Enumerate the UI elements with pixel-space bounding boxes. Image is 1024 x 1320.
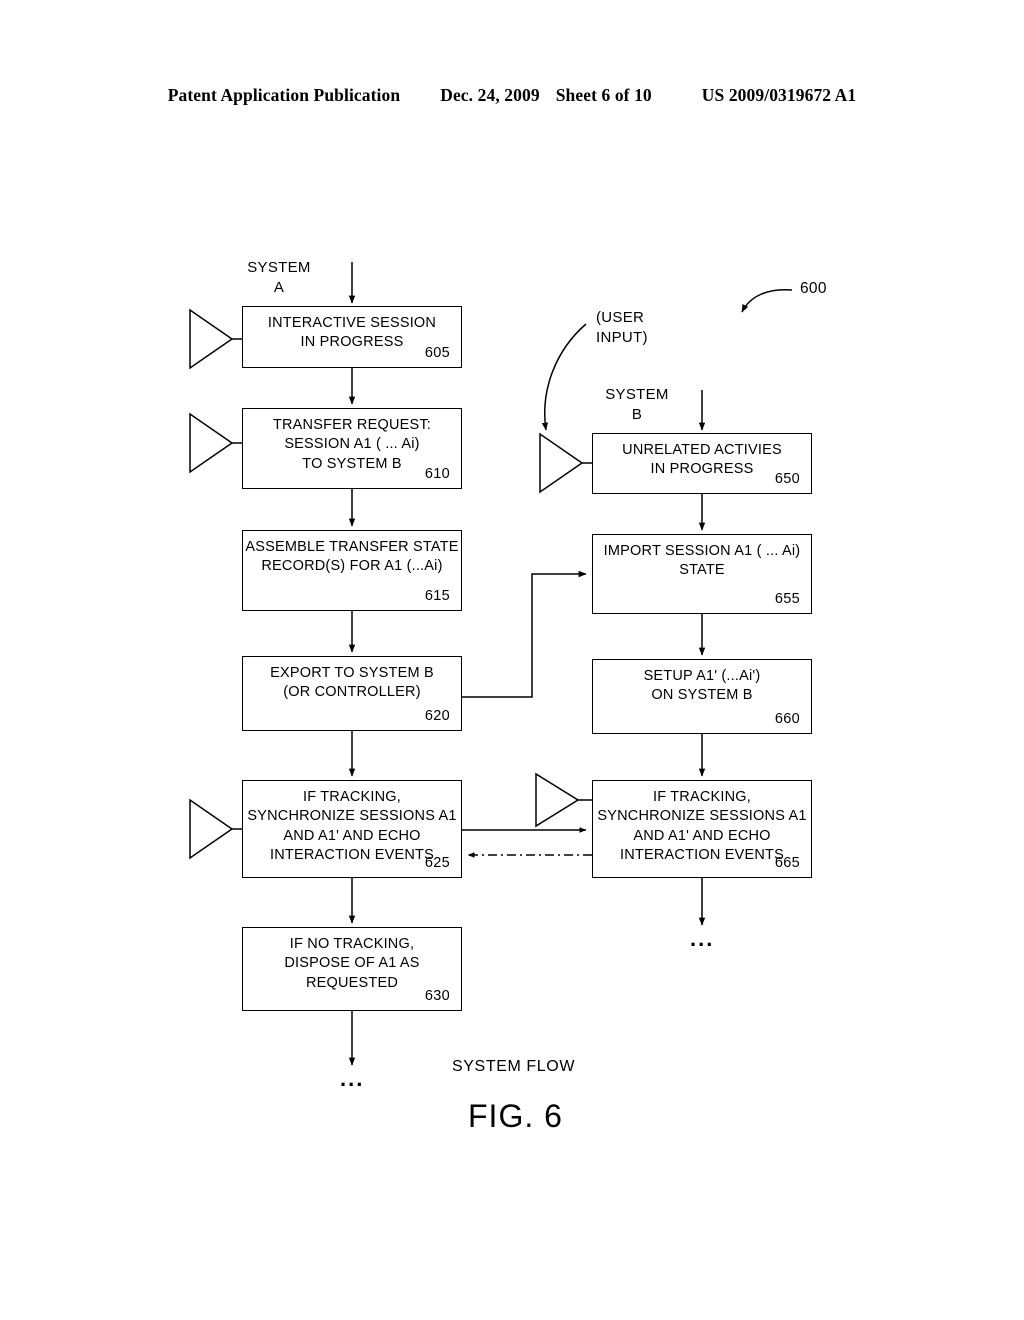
process-box-630[interactable]: IF NO TRACKING, DISPOSE OF A1 AS REQUEST… <box>242 927 462 1011</box>
actor-icon-650 <box>539 432 593 494</box>
actor-icon-610 <box>189 412 243 474</box>
process-box-605[interactable]: INTERACTIVE SESSION IN PROGRESS 605 <box>242 306 462 368</box>
process-box-610-ref: 610 <box>424 465 450 482</box>
label-system-a: SYSTEM A <box>247 259 311 296</box>
system-flow-caption: SYSTEM FLOW <box>452 1058 576 1075</box>
process-box-620[interactable]: EXPORT TO SYSTEM B (OR CONTROLLER) 620 <box>242 656 462 731</box>
process-box-660-ref: 660 <box>774 710 800 727</box>
process-box-665[interactable]: IF TRACKING, SYNCHRONIZE SESSIONS A1 AND… <box>592 780 812 878</box>
process-box-665-ref: 665 <box>774 854 800 871</box>
process-box-660-text: SETUP A1' (...Ai') ON SYSTEM B <box>643 668 761 704</box>
label-system-b: SYSTEM B <box>605 386 669 423</box>
process-box-630-ref: 630 <box>424 987 450 1004</box>
process-box-650[interactable]: UNRELATED ACTIVIES IN PROGRESS 650 <box>592 433 812 494</box>
actor-icon-625 <box>189 798 243 860</box>
reference-numeral-600: 600 <box>800 280 827 297</box>
actor-icon-665 <box>535 772 592 828</box>
process-box-655-text: IMPORT SESSION A1 ( ... Ai) STATE <box>603 543 801 579</box>
continuation-ellipsis-system-a: ... <box>340 1066 365 1091</box>
process-box-660[interactable]: SETUP A1' (...Ai') ON SYSTEM B 660 <box>592 659 812 734</box>
process-box-630-text: IF NO TRACKING, DISPOSE OF A1 AS REQUEST… <box>284 936 420 991</box>
process-box-615-text: ASSEMBLE TRANSFER STATE RECORD(S) FOR A1… <box>245 539 459 575</box>
label-user-input: (USER INPUT) <box>596 309 648 346</box>
process-box-650-ref: 650 <box>774 470 800 487</box>
process-box-615-ref: 615 <box>424 587 450 604</box>
process-box-625-ref: 625 <box>424 854 450 871</box>
process-box-620-ref: 620 <box>424 707 450 724</box>
leader-arrow-reference-600 <box>741 288 793 313</box>
process-box-655[interactable]: IMPORT SESSION A1 ( ... Ai) STATE 655 <box>592 534 812 614</box>
connector-620-to-655 <box>462 570 587 698</box>
process-box-655-ref: 655 <box>774 590 800 607</box>
arrow-user-input-to-system-b <box>541 323 587 431</box>
continuation-ellipsis-system-b: ... <box>690 926 715 951</box>
actor-icon-605 <box>189 308 243 370</box>
process-box-625[interactable]: IF TRACKING, SYNCHRONIZE SESSIONS A1 AND… <box>242 780 462 878</box>
process-box-605-ref: 605 <box>424 344 450 361</box>
process-box-620-text: EXPORT TO SYSTEM B (OR CONTROLLER) <box>270 665 434 701</box>
process-box-615[interactable]: ASSEMBLE TRANSFER STATE RECORD(S) FOR A1… <box>242 530 462 611</box>
patent-figure-diagram: SYSTEM A SYSTEM B (USER INPUT) 600 INTER… <box>0 0 1024 1320</box>
figure-caption: FIG. 6 <box>468 1098 563 1134</box>
process-box-610[interactable]: TRANSFER REQUEST: SESSION A1 ( ... Ai) T… <box>242 408 462 489</box>
